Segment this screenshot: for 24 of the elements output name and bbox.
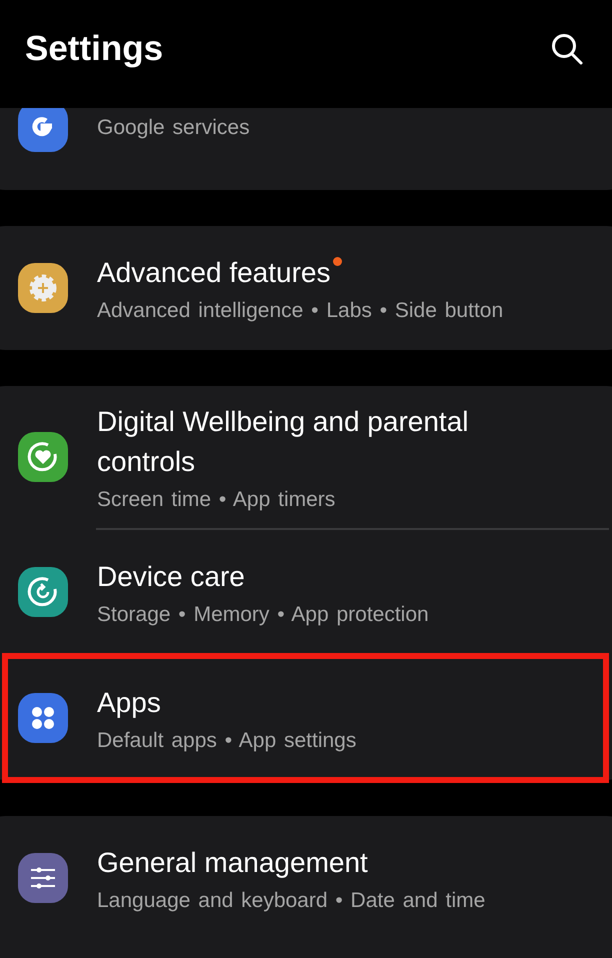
- settings-item[interactable]: Device care Storage • Memory • App protection: [0, 530, 612, 654]
- item-subtitle: Default apps • App settings: [97, 729, 356, 753]
- settings-item[interactable]: Apps Default apps • App settings: [5, 656, 606, 780]
- search-icon[interactable]: [550, 32, 584, 66]
- gear-plus-icon[interactable]: [18, 263, 68, 313]
- item-subtitle: Storage • Memory • App protection: [97, 603, 429, 627]
- item-subtitle: Advanced intelligence • Labs • Side button: [97, 299, 504, 323]
- item-title[interactable]: Apps: [97, 683, 161, 723]
- item-title[interactable]: Device care: [97, 557, 245, 597]
- letter-g-icon[interactable]: [18, 108, 68, 152]
- item-title[interactable]: Advanced features: [97, 253, 330, 293]
- item-subtitle: Google services: [97, 116, 250, 140]
- item-subtitle: Language and keyboard • Date and time: [97, 889, 486, 913]
- item-title[interactable]: General management: [97, 843, 368, 883]
- item-subtitle: Screen time • App timers: [97, 488, 336, 512]
- settings-item[interactable]: Google services: [0, 108, 612, 190]
- apps-grid-icon[interactable]: [18, 693, 68, 743]
- refresh-icon[interactable]: [18, 567, 68, 617]
- settings-item[interactable]: Digital Wellbeing and parental controls Screen time • App timers: [0, 386, 612, 528]
- sliders-icon[interactable]: [18, 853, 68, 903]
- page-title: Settings: [25, 29, 164, 69]
- item-title[interactable]: Digital Wellbeing and parental controls: [97, 402, 557, 482]
- settings-item[interactable]: General management Language and keyboard • Date and time: [0, 816, 612, 940]
- settings-item[interactable]: Advanced features Advanced intelligence • Labs • Side button: [0, 226, 612, 350]
